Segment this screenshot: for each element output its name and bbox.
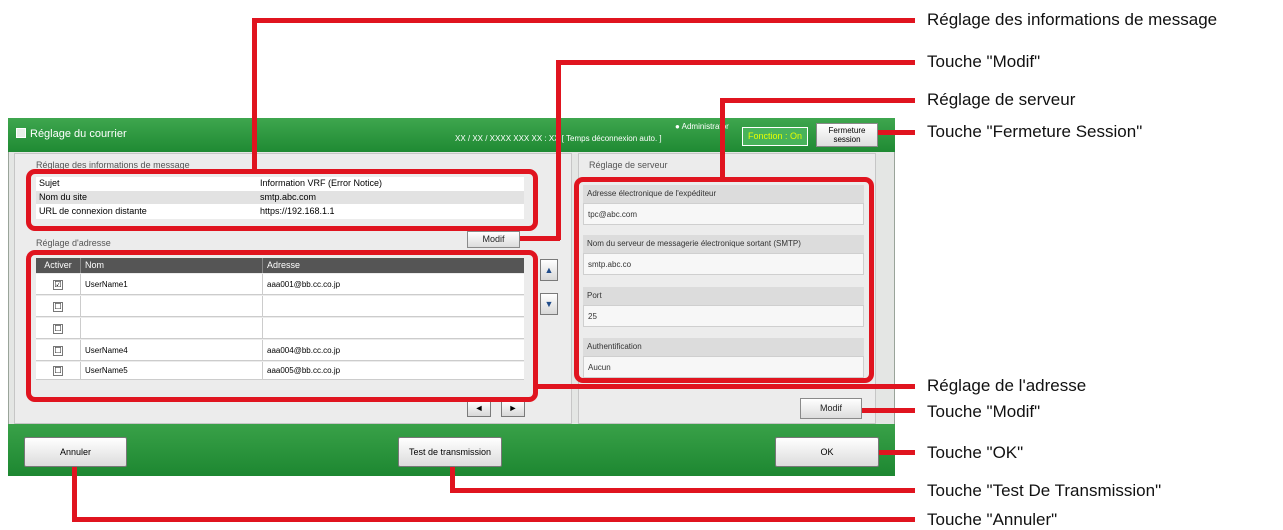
user-icon: ●	[675, 122, 680, 131]
cancel-button[interactable]: Annuler	[24, 437, 127, 467]
leader-line	[535, 384, 915, 389]
leader-line	[520, 236, 560, 241]
test-transmission-button[interactable]: Test de transmission	[398, 437, 502, 467]
callout-modify-top: Touche "Modif"	[927, 52, 1041, 71]
arrow-up-icon: ▲	[544, 265, 554, 275]
page-next-button[interactable]: ►	[501, 400, 525, 417]
leader-line	[862, 408, 915, 413]
callout-ok: Touche "OK"	[927, 443, 1024, 462]
callout-modify-bottom: Touche "Modif"	[927, 402, 1041, 421]
leader-line	[556, 60, 915, 65]
callout-address-settings: Réglage de l'adresse	[927, 376, 1087, 395]
leader-line	[720, 98, 725, 180]
scroll-up-button[interactable]: ▲	[540, 259, 558, 281]
ok-button[interactable]: OK	[775, 437, 879, 467]
address-section-label: Réglage d'adresse	[36, 238, 111, 248]
leader-line	[450, 488, 915, 493]
arrow-right-icon: ►	[508, 403, 518, 413]
leader-line	[878, 130, 915, 135]
arrow-left-icon: ◄	[474, 403, 484, 413]
window-title: Réglage du courrier	[30, 128, 127, 140]
window-icon	[16, 128, 26, 138]
leader-line	[556, 60, 561, 240]
scroll-down-button[interactable]: ▼	[540, 293, 558, 315]
leader-line	[252, 18, 915, 23]
message-settings-highlight	[26, 169, 538, 231]
page-prev-button[interactable]: ◄	[467, 400, 491, 417]
message-modify-button[interactable]: Modif	[467, 231, 520, 248]
arrow-down-icon: ▼	[544, 299, 554, 309]
logout-button[interactable]: Fermeture session	[816, 123, 878, 147]
leader-line	[720, 98, 915, 103]
server-settings-highlight	[574, 177, 874, 383]
server-section-label: Réglage de serveur	[589, 160, 668, 170]
leader-line	[252, 18, 257, 174]
callout-test: Touche "Test De Transmission"	[927, 481, 1162, 500]
callout-logout: Touche "Fermeture Session"	[927, 122, 1143, 141]
leader-line	[72, 467, 77, 521]
leader-line	[72, 517, 915, 522]
address-settings-highlight	[26, 250, 538, 402]
server-modify-button[interactable]: Modif	[800, 398, 862, 419]
callout-message-settings: Réglage des informations de message	[927, 10, 1218, 29]
callout-server-settings: Réglage de serveur	[927, 90, 1076, 109]
function-button[interactable]: Fonction : On	[742, 127, 808, 146]
callout-cancel: Touche "Annuler"	[927, 510, 1058, 529]
leader-line	[879, 450, 915, 455]
